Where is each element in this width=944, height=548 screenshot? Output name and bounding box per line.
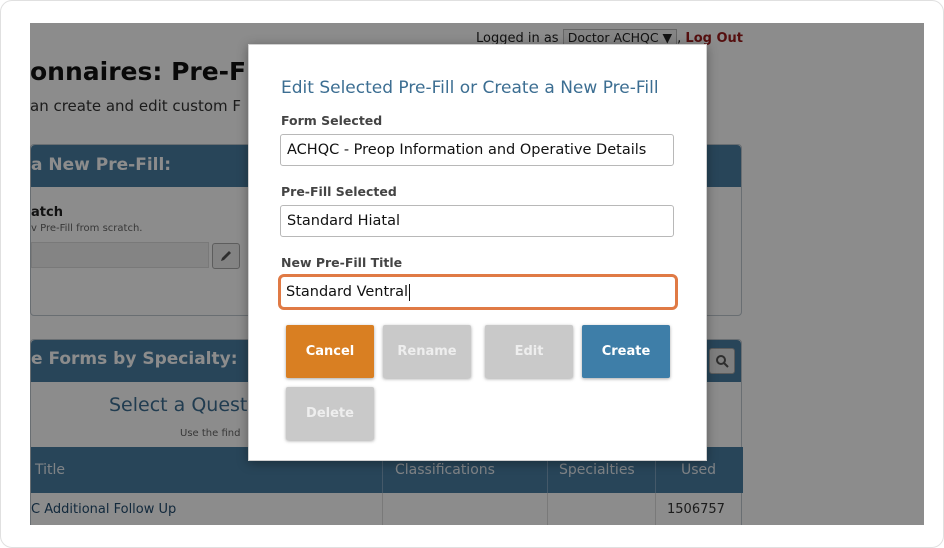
edit-prefill-dialog: Edit Selected Pre-Fill or Create a New P… — [248, 44, 707, 461]
edit-button[interactable]: Edit — [485, 325, 573, 378]
rename-button[interactable]: Rename — [383, 325, 471, 378]
prefill-selected-label: Pre-Fill Selected — [281, 184, 397, 199]
new-title-input[interactable]: Standard Ventral — [278, 274, 678, 310]
text-caret — [409, 283, 411, 301]
prefill-selected-value: Standard Hiatal — [287, 213, 400, 229]
new-title-value: Standard Ventral — [286, 284, 409, 300]
form-selected-field: ACHQC - Preop Information and Operative … — [280, 134, 674, 166]
cancel-button[interactable]: Cancel — [286, 325, 374, 378]
screenshot-frame: Logged in as Doctor ACHQC ▼, Log Out onn… — [0, 0, 944, 548]
form-selected-value: ACHQC - Preop Information and Operative … — [287, 142, 647, 158]
prefill-selected-field: Standard Hiatal — [280, 205, 674, 237]
dialog-title: Edit Selected Pre-Fill or Create a New P… — [281, 78, 659, 98]
new-title-label: New Pre-Fill Title — [281, 255, 403, 270]
create-button[interactable]: Create — [582, 325, 670, 378]
form-selected-label: Form Selected — [281, 113, 383, 128]
delete-button[interactable]: Delete — [286, 387, 374, 440]
